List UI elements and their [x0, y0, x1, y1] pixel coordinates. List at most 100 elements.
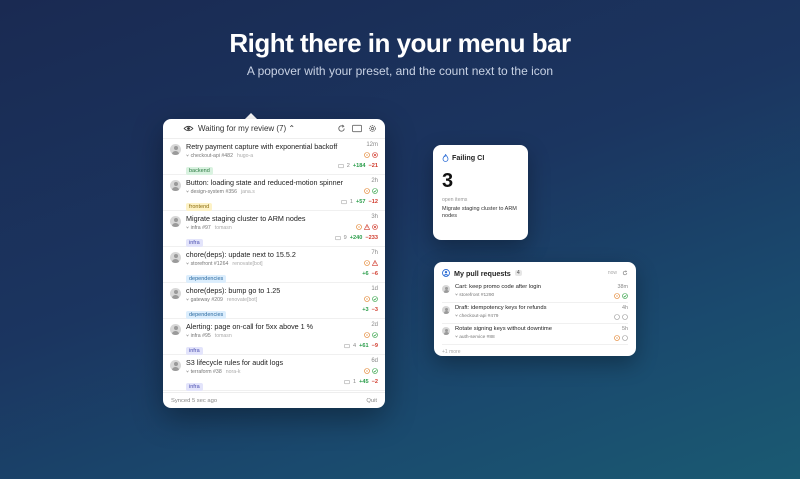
- list-item[interactable]: Migrate staging cluster to ARM nodes 3h ⑂ …: [163, 211, 385, 247]
- avatar: [170, 360, 181, 371]
- deletions: −9: [371, 343, 378, 349]
- ci-count: 3: [442, 170, 454, 192]
- pending-circle-icon: [356, 224, 362, 230]
- x-circle-icon: [372, 152, 378, 158]
- neutral-circle-icon: [622, 314, 628, 320]
- pr-count-badge: 4: [514, 270, 522, 276]
- deletions: −233: [365, 235, 378, 241]
- pr-age: 7h: [371, 250, 378, 256]
- more-link[interactable]: +1 more: [442, 349, 628, 355]
- list-item[interactable]: Button: loading state and reduced-motion…: [163, 175, 385, 211]
- pr-status-icons: [356, 224, 378, 230]
- pr-title: Rotate signing keys without downtime: [455, 326, 552, 332]
- comment-count: 2: [346, 163, 350, 169]
- pr-age: 2d: [371, 322, 378, 328]
- pr-title: Cart: keep promo code after login: [455, 284, 542, 290]
- pr-title: Alerting: page on-call for 5xx above 1 %: [186, 322, 314, 331]
- pr-repo: storefront #1264: [190, 261, 229, 267]
- pr-status-icons: [614, 314, 628, 320]
- list-item[interactable]: Alerting: page on-call for 5xx above 1 %…: [163, 319, 385, 355]
- avatar: [170, 288, 181, 299]
- avatar: [170, 144, 181, 155]
- avatar: [170, 324, 181, 335]
- hero-subtitle: A popover with your preset, and the coun…: [246, 64, 554, 78]
- pr-title: S3 lifecycle rules for audit logs: [186, 358, 284, 367]
- comment-icon: [337, 163, 344, 168]
- pr-widget-item[interactable]: Rotate signing keys without downtime ⑂ au…: [442, 325, 628, 345]
- pr-age: 38m: [617, 284, 629, 290]
- pr-age: 1d: [371, 286, 378, 292]
- pr-meta: ⑂ terraform #38 nora-k: [186, 369, 379, 375]
- deletions: −2: [371, 379, 378, 385]
- comment-icon: [341, 199, 347, 204]
- failing-ci-widget[interactable]: Failing CI 3 open items Migrate staging …: [433, 145, 528, 240]
- pr-age: 4h: [622, 305, 628, 311]
- avatar: [170, 252, 181, 263]
- avatar: [170, 180, 181, 191]
- check-circle-icon: [372, 188, 378, 194]
- pr-status-icons: [364, 260, 378, 266]
- pr-author: renovate[bot]: [226, 297, 258, 303]
- pr-meta: ⑂ infra #97 tomasn: [186, 225, 379, 231]
- pr-status-icons: [364, 296, 378, 302]
- comment-count: 9: [343, 235, 347, 241]
- pr-widget-item[interactable]: Draft: idempotency keys for refunds ⑂ che…: [442, 304, 628, 324]
- pr-meta: ⑂ auth-service #88: [455, 334, 628, 340]
- gear-icon[interactable]: [368, 124, 377, 133]
- pr-age: 5h: [622, 326, 628, 332]
- check-circle-icon: [372, 332, 378, 338]
- additions: +6: [362, 271, 369, 277]
- ci-widget-title: Failing CI: [452, 153, 485, 162]
- popover-header: Waiting for my review (7) ⌃: [163, 119, 385, 139]
- pr-author: nora-k: [225, 369, 241, 375]
- deletions: −6: [371, 271, 378, 277]
- list-item[interactable]: Retry payment capture with exponential b…: [163, 139, 385, 175]
- label-badge: infra: [186, 239, 203, 247]
- list-item[interactable]: chore(deps): update next to 15.5.2 7h ⑂ st…: [163, 247, 385, 283]
- list-item[interactable]: S3 lifecycle rules for audit logs 6d ⑂ ter…: [163, 355, 385, 391]
- popover-footer: Synced 5 sec ago Quit: [163, 392, 385, 408]
- pr-meta: ⑂ storefront #1290: [455, 292, 628, 298]
- my-pull-requests-widget: My pull requests 4 now Cart: keep promo …: [434, 262, 636, 356]
- ci-item[interactable]: Migrate staging cluster to ARM nodes: [442, 206, 519, 221]
- pr-stats: +6 −6: [362, 271, 378, 277]
- sync-status: Synced 5 sec ago: [171, 397, 218, 404]
- list-item[interactable]: chore(deps): bump go to 1.25 1d ⑂ gateway …: [163, 283, 385, 319]
- pending-circle-icon: [364, 368, 370, 374]
- eye-icon: [183, 125, 194, 132]
- pr-widget-item[interactable]: Cart: keep promo code after login ⑂ store…: [442, 283, 628, 303]
- pr-stats: 2 +184 −21: [337, 163, 378, 169]
- pending-circle-icon: [364, 296, 370, 302]
- pr-age: 6d: [371, 358, 378, 364]
- pr-title: Button: loading state and reduced-motion…: [186, 178, 344, 187]
- refresh-icon[interactable]: [622, 270, 628, 276]
- pr-stats: +3 −3: [362, 307, 378, 313]
- preset-selector[interactable]: Waiting for my review (7) ⌃: [198, 124, 337, 133]
- check-circle-icon: [372, 368, 378, 374]
- refresh-icon[interactable]: [337, 124, 346, 133]
- pr-widget-updated: now: [607, 270, 617, 276]
- pr-author: renovate[bot]: [232, 261, 263, 267]
- pr-title: Draft: idempotency keys for refunds: [455, 305, 547, 311]
- deletions: −12: [368, 199, 379, 205]
- pr-list: Retry payment capture with exponential b…: [163, 139, 385, 392]
- pr-stats: 1 +45 −2: [344, 379, 378, 385]
- window-icon[interactable]: [352, 124, 362, 133]
- pr-age: 3h: [371, 214, 378, 220]
- pr-widget-header: My pull requests 4 now: [442, 268, 628, 278]
- pr-stats: 4 +61 −9: [344, 343, 378, 349]
- pr-meta: ⑂ checkout-api #482 hugo-a: [186, 153, 379, 159]
- pr-status-icons: [614, 293, 628, 299]
- pr-title: chore(deps): bump go to 1.25: [186, 286, 281, 295]
- avatar: [442, 327, 450, 335]
- pr-title: Retry payment capture with exponential b…: [186, 142, 338, 151]
- pr-repo: infra #97: [190, 225, 211, 231]
- pr-stats: 9 +240 −233: [334, 235, 378, 241]
- pr-meta: ⑂ storefront #1264 renovate[bot]: [186, 261, 379, 267]
- quit-button[interactable]: Quit: [366, 398, 377, 404]
- pending-circle-icon: [614, 335, 620, 341]
- label-badge: infra: [186, 347, 203, 355]
- pending-circle-icon: [364, 332, 370, 338]
- check-circle-icon: [372, 296, 378, 302]
- x-circle-icon: [372, 224, 378, 230]
